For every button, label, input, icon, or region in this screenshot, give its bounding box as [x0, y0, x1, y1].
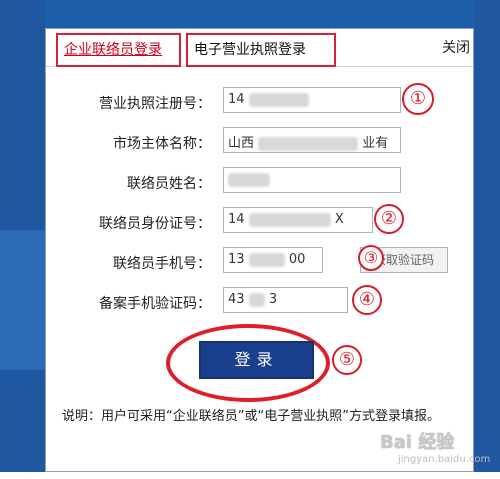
registration-no-input[interactable]: 14 [223, 87, 401, 113]
field-row-contact-id: 联络员身份证号： 14 X ② [46, 204, 473, 237]
contact-phone-value: 13 [228, 252, 245, 267]
close-button[interactable]: 关闭 [442, 33, 470, 63]
sms-code-input[interactable]: 43 3 [223, 287, 348, 313]
sms-code-label: 备案手机验证码： [99, 296, 211, 312]
redaction-mark [228, 172, 270, 187]
contact-id-value-tail: X [334, 212, 344, 227]
field-row-registration-no: 营业执照注册号： 14 ① [46, 83, 473, 117]
annotation-marker-1: ① [402, 83, 434, 115]
login-button[interactable]: 登录 [199, 341, 314, 379]
tab-e-license-login[interactable]: 电子营业执照登录 [186, 33, 336, 67]
contact-phone-label: 联络员手机号： [113, 256, 211, 272]
annotation-marker-3: ③ [358, 245, 384, 271]
baidu-jingyan-watermark: Bai 经验 jingyan.baidu.com [340, 428, 500, 476]
redaction-mark [248, 92, 309, 107]
tab-bar: 企业联络员登录 电子营业执照登录 关闭 [46, 29, 473, 67]
redaction-mark [248, 252, 285, 267]
contact-phone-input[interactable]: 13 00 [223, 247, 323, 273]
annotation-marker-2: ② [374, 204, 404, 234]
page-header-strip [0, 0, 500, 30]
contact-id-input[interactable]: 14 X [223, 207, 373, 233]
sms-code-value-tail: 3 [268, 292, 278, 307]
watermark-url: jingyan.baidu.com [398, 454, 491, 465]
watermark-logo: Bai 经验 [380, 432, 455, 453]
entity-name-input[interactable]: 山西 业有 [223, 127, 401, 153]
page-right-strip [474, 0, 500, 472]
contact-name-label: 联络员姓名： [127, 176, 211, 192]
registration-no-value: 14 [228, 92, 245, 107]
contact-phone-value-tail: 00 [288, 252, 306, 267]
tab-contact-login[interactable]: 企业联络员登录 [56, 33, 181, 67]
contact-id-value: 14 [228, 212, 245, 227]
sms-code-value: 43 [228, 292, 245, 307]
registration-no-label: 营业执照注册号： [99, 96, 211, 112]
entity-name-value: 山西 [228, 136, 255, 151]
redaction-mark [258, 136, 359, 151]
redaction-mark [248, 212, 331, 227]
contact-name-input[interactable] [223, 167, 401, 193]
annotation-marker-5: ⑤ [332, 345, 362, 375]
field-row-contact-name: 联络员姓名： [46, 167, 473, 197]
field-row-sms-code: 备案手机验证码： 43 3 ④ [46, 285, 473, 317]
login-dialog: 企业联络员登录 电子营业执照登录 关闭 营业执照注册号： 14 ① 市场主体名称… [45, 28, 474, 472]
page-left-panel [0, 230, 45, 370]
entity-name-label: 市场主体名称： [113, 136, 211, 152]
field-row-entity-name: 市场主体名称： 山西 业有 [46, 127, 473, 157]
field-row-contact-phone: 联络员手机号： 13 00 获取验证码 ③ [46, 245, 473, 277]
contact-id-label: 联络员身份证号： [99, 216, 211, 232]
entity-name-value-tail: 业有 [362, 136, 389, 151]
annotation-marker-4: ④ [352, 285, 382, 315]
redaction-mark [248, 292, 265, 307]
login-instructions: 说明：用户可采用“企业联络员”或“电子营业执照”方式登录填报。 [62, 409, 440, 424]
